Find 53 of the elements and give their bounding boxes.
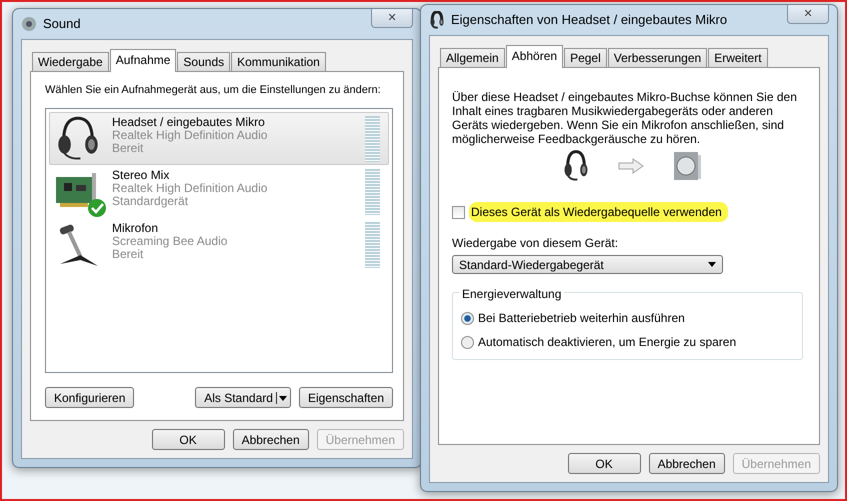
configure-button[interactable]: Konfigurieren xyxy=(45,387,134,408)
close-button[interactable]: ✕ xyxy=(787,5,829,24)
playback-dropdown[interactable]: Standard-Wiedergabegerät xyxy=(452,255,723,274)
caret-icon xyxy=(276,392,287,404)
set-default-button[interactable]: Als Standard xyxy=(195,387,291,408)
level-meter xyxy=(365,222,380,268)
dialog-button[interactable]: OK xyxy=(568,453,641,474)
properties-button[interactable]: Eigenschaften xyxy=(298,387,393,408)
device-driver: Screaming Bee Audio xyxy=(112,234,228,248)
window-title: Eigenschaften von Headset / eingebautes Mikro xyxy=(451,11,728,30)
device-item[interactable]: Stereo Mix Realtek High Definition Audio Standardgerät xyxy=(49,164,389,218)
dialog-button[interactable]: Abbrechen xyxy=(648,453,725,474)
radio-label: Automatisch deaktivieren, um Energie zu sparen xyxy=(478,334,736,351)
device-item[interactable]: Headset / eingebautes Mikro Realtek High Definition Audio Bereit xyxy=(49,112,389,164)
radio-button[interactable] xyxy=(461,312,474,324)
device-status: Bereit xyxy=(112,248,144,260)
headset-icon xyxy=(562,150,590,182)
tab[interactable]: Wiedergabe xyxy=(32,52,109,71)
field-label: Wiedergabe von diesem Gerät: xyxy=(452,235,620,252)
tab[interactable]: Sounds xyxy=(177,52,230,71)
tab[interactable]: Erweitert xyxy=(708,48,768,67)
description-text: Über diese Headset / eingebautes Mikro-Buchse können Sie den Inhalt eines tragbaren Musikwiedergabegeräts oder anderen Geräts wiedergeben. Wenn Sie ein Mikrofon anschließen, sind möglicherweise Feedbackgeräusche zu hören. xyxy=(452,90,798,146)
tab[interactable]: Verbesserungen xyxy=(608,48,708,67)
instruction-text: Wählen Sie ein Aufnahmegerät aus, um die Einstellungen zu ändern: xyxy=(45,83,382,98)
checkbox[interactable] xyxy=(452,206,465,218)
level-meter xyxy=(365,168,380,214)
device-driver: Realtek High Definition Audio xyxy=(112,128,268,142)
tab[interactable]: Kommunikation xyxy=(231,52,326,71)
dialog-button[interactable]: Abbrechen xyxy=(232,429,309,450)
device-status: Standardgerät xyxy=(112,194,190,208)
checkbox-label: Dieses Gerät als Wiedergabequelle verwenden xyxy=(469,202,728,222)
device-item[interactable]: Mikrofon Screaming Bee Audio Bereit xyxy=(49,218,389,270)
tab[interactable]: Aufnahme xyxy=(110,49,176,72)
device-name: Mikrofon xyxy=(112,222,160,234)
device-name: Stereo Mix xyxy=(112,168,170,182)
device-name: Headset / eingebautes Mikro xyxy=(112,116,266,128)
radio-button[interactable] xyxy=(461,336,474,348)
tab[interactable]: Allgemein xyxy=(440,48,505,67)
device-driver: Realtek High Definition Audio xyxy=(112,182,268,194)
tab[interactable]: Pegel xyxy=(564,48,607,67)
arrow-icon xyxy=(618,158,644,174)
level-meter xyxy=(365,116,380,162)
speaker-icon xyxy=(21,16,37,32)
speaker-icon xyxy=(672,150,702,182)
close-button[interactable]: ✕ xyxy=(371,9,413,28)
headset-icon xyxy=(429,11,445,29)
window-title: Sound xyxy=(43,15,81,34)
device-status: Bereit xyxy=(112,142,144,154)
check-icon xyxy=(88,198,106,216)
tab[interactable]: Abhören xyxy=(506,45,564,68)
dialog-button[interactable]: OK xyxy=(152,429,225,450)
caret-icon xyxy=(708,262,716,267)
radio-label: Bei Batteriebetrieb weiterhin ausführen xyxy=(478,310,685,327)
